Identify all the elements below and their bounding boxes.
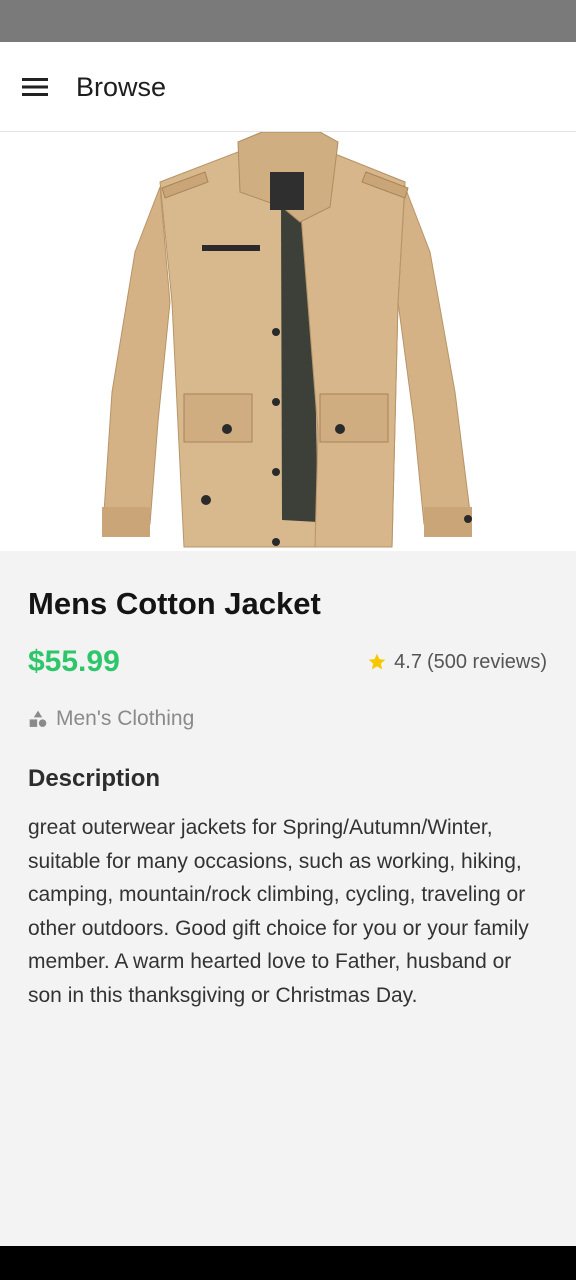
review-count: (500 reviews) [426, 651, 547, 673]
product-category: Men's Clothing [28, 706, 194, 732]
app-bar: Browse [0, 42, 576, 132]
category-label: Men's Clothing [56, 707, 195, 730]
system-nav-bar [0, 1246, 576, 1280]
product-rating: 4.7 (500 reviews) [367, 649, 547, 675]
app-title: Browse [76, 72, 167, 102]
status-bar [0, 0, 576, 42]
product-title: Mens Cotton Jacket [28, 586, 321, 621]
product-price: $55.99 [28, 645, 120, 678]
description-heading: Description [28, 765, 161, 792]
product-image [0, 132, 576, 551]
jacket-image [102, 132, 472, 548]
menu-button[interactable] [10, 62, 60, 112]
category-shapes-icon [28, 709, 48, 729]
rating-value: 4.7 [394, 651, 422, 673]
product-details: Mens Cotton Jacket $55.99 4.7 (500 revie… [0, 551, 576, 1246]
star-icon [367, 652, 387, 672]
description-text: great outerwear jackets for Spring/Autum… [28, 816, 529, 1007]
hamburger-menu-icon [22, 78, 48, 96]
